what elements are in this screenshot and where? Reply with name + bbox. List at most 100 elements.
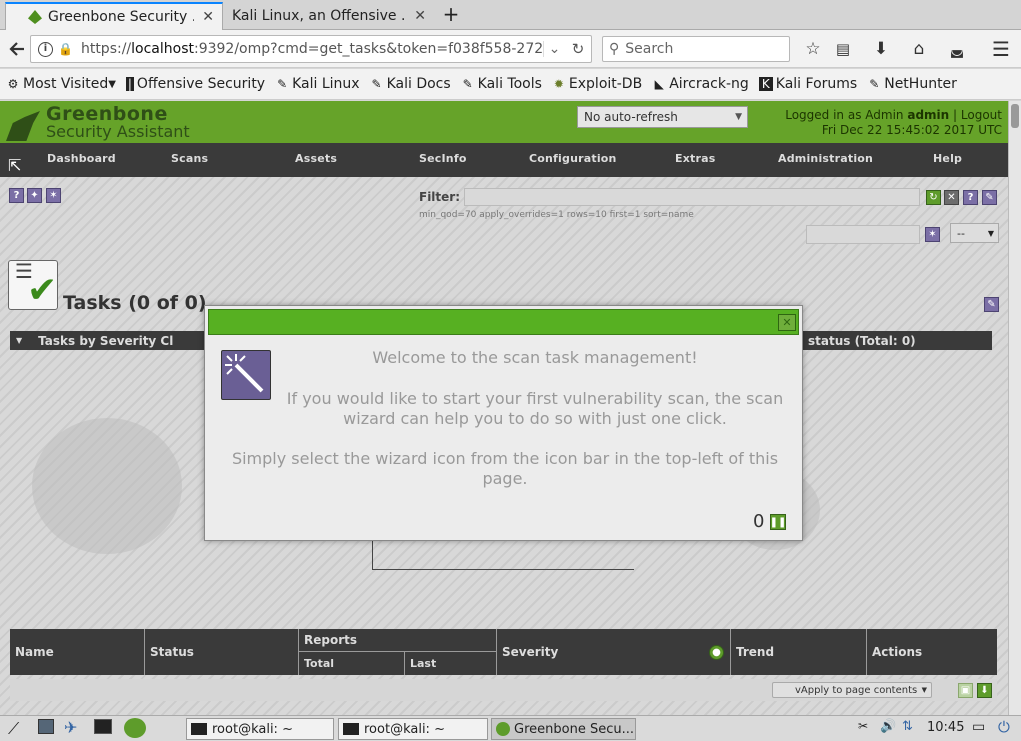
url-bar[interactable]: i 🔒 https://localhost:9392/omp?cmd=get_t… bbox=[30, 35, 592, 63]
bookmark-label: Exploit-DB bbox=[568, 76, 643, 92]
kali-icon: ✎ bbox=[277, 77, 288, 91]
greenbone-logo[interactable]: Greenbone Security Assistant bbox=[6, 103, 206, 143]
desktop-taskbar: ⟋ ✈ root@kali: ~ root@kali: ~ Greenbone … bbox=[0, 715, 1021, 741]
home-button[interactable]: ⌂ bbox=[906, 36, 932, 62]
pocket-button[interactable]: ◛ bbox=[944, 36, 970, 62]
menu-extras[interactable]: Extras bbox=[675, 152, 715, 165]
tab-greenbone[interactable]: Greenbone Security ... ✕ bbox=[5, 2, 223, 30]
menu-button[interactable]: ☰ bbox=[988, 36, 1014, 62]
taskbar-window-terminal-1[interactable]: root@kali: ~ bbox=[186, 718, 334, 740]
bookmark-most-visited[interactable]: ⚙ Most Visited ▼ bbox=[6, 76, 116, 92]
bookmark-exploit-db[interactable]: ✹ Exploit-DB bbox=[552, 76, 642, 92]
column-status[interactable]: Status bbox=[145, 629, 299, 675]
bulk-export-icon[interactable]: ⬇ bbox=[977, 683, 992, 698]
dialog-close-button[interactable]: ✕ bbox=[778, 314, 796, 331]
search-input[interactable]: ⚲ Search bbox=[602, 36, 790, 62]
refresh-filter-icon[interactable]: ↻ bbox=[926, 190, 941, 205]
saved-filter-select[interactable]: -- ▼ bbox=[950, 223, 999, 243]
info-icon[interactable]: i bbox=[38, 41, 53, 57]
tab-kali[interactable]: Kali Linux, an Offensive ... ✕ bbox=[224, 2, 434, 30]
bookmark-aircrack-ng[interactable]: ◣ Aircrack-ng bbox=[652, 76, 749, 92]
filter-summary: min_qod=70 apply_overrides=1 rows=10 fir… bbox=[419, 210, 694, 220]
page-title: Tasks (0 of 0) bbox=[63, 292, 207, 314]
help-icon[interactable]: ? bbox=[9, 188, 24, 203]
reading-list-button[interactable]: ▤ bbox=[830, 36, 856, 62]
filter-input[interactable] bbox=[464, 188, 920, 206]
column-trend[interactable]: Trend bbox=[731, 629, 867, 675]
reload-icon[interactable]: ↻ bbox=[565, 40, 591, 58]
close-icon: ✕ bbox=[782, 316, 792, 329]
filter-name-input[interactable] bbox=[806, 225, 920, 244]
power-icon[interactable]: ⏻ bbox=[998, 718, 1010, 736]
terminal-launcher-icon[interactable] bbox=[94, 719, 112, 734]
chart-left-title: Tasks by Severity Cl bbox=[38, 333, 174, 348]
reset-filter-icon[interactable]: ✕ bbox=[944, 190, 959, 205]
menu-scans[interactable]: Scans bbox=[171, 152, 208, 165]
menu-dashboard[interactable]: Dashboard bbox=[47, 152, 116, 165]
offsec-icon: | bbox=[125, 77, 134, 91]
url-history-dropdown-icon[interactable]: ⌄ bbox=[543, 41, 565, 57]
column-severity[interactable]: Severity ● bbox=[497, 629, 731, 675]
bookmark-offensive-security[interactable]: | Offensive Security bbox=[125, 76, 265, 92]
bookmark-kali-linux[interactable]: ✎ Kali Linux bbox=[275, 76, 360, 92]
new-tab-button[interactable]: + bbox=[440, 2, 462, 28]
wizard-icon[interactable] bbox=[221, 350, 271, 400]
bookmarks-toolbar: ⚙ Most Visited ▼ | Offensive Security ✎ Kali… bbox=[0, 69, 1021, 100]
bookmark-kali-docs[interactable]: ✎ Kali Docs bbox=[370, 76, 451, 92]
bookmark-kali-forums[interactable]: K Kali Forums bbox=[758, 76, 857, 92]
star-icon: ☆ bbox=[805, 39, 821, 59]
network-tray-icon[interactable]: ⇅ bbox=[902, 719, 913, 734]
filter-help-icon[interactable]: ? bbox=[963, 190, 978, 205]
network-icon[interactable]: ✈ bbox=[64, 718, 77, 737]
bookmark-kali-tools[interactable]: ✎ Kali Tools bbox=[461, 76, 542, 92]
new-task-icon[interactable]: ✶ bbox=[46, 188, 61, 203]
downloads-button[interactable]: ⬇ bbox=[868, 36, 894, 62]
menu-help[interactable]: Help bbox=[933, 152, 962, 165]
tools-tray-icon[interactable]: ✂ bbox=[858, 719, 868, 733]
close-tab-icon[interactable]: ✕ bbox=[414, 8, 426, 24]
bookmark-nethunter[interactable]: ✎ NetHunter bbox=[867, 76, 957, 92]
chart-right-header: status (Total: 0) bbox=[800, 331, 992, 350]
bookmark-star-button[interactable]: ☆ bbox=[800, 36, 826, 62]
lock-warning-icon[interactable]: 🔒 bbox=[58, 42, 73, 56]
page-scrollbar[interactable] bbox=[1008, 101, 1021, 715]
kali-icon: ✎ bbox=[371, 77, 382, 91]
severity-filter-icon[interactable]: ● bbox=[709, 644, 724, 660]
dialog-welcome-text: Welcome to the scan task management! bbox=[372, 348, 698, 367]
volume-icon[interactable]: 🔊 bbox=[880, 719, 896, 734]
bulk-apply-select[interactable]: vApply to page contents ▼ bbox=[772, 682, 932, 698]
taskbar-window-terminal-2[interactable]: root@kali: ~ bbox=[338, 718, 488, 740]
menu-configuration[interactable]: Configuration bbox=[529, 152, 617, 165]
column-name[interactable]: Name bbox=[10, 629, 145, 675]
auto-refresh-select[interactable]: No auto-refresh ▼ bbox=[577, 106, 748, 128]
greenbone-launcher-icon[interactable] bbox=[124, 718, 146, 738]
bookmark-label: Kali Tools bbox=[477, 76, 542, 92]
clock[interactable]: 10:45 bbox=[927, 720, 964, 735]
column-reports-last[interactable]: Last bbox=[405, 652, 497, 675]
close-tab-icon[interactable]: ✕ bbox=[202, 9, 214, 25]
save-filter-icon[interactable]: ✶ bbox=[925, 227, 940, 242]
bulk-trash-icon[interactable]: ▣ bbox=[958, 683, 973, 698]
gear-icon: ⚙ bbox=[7, 77, 19, 91]
pause-icon[interactable]: ❚❚ bbox=[770, 514, 786, 530]
chart-menu-icon[interactable]: ▼ bbox=[16, 336, 22, 345]
taskbar-window-greenbone[interactable]: Greenbone Secu... bbox=[491, 718, 636, 740]
greenbone-dinosaur-icon bbox=[6, 111, 40, 141]
mouse-cursor-icon: ⇱ bbox=[8, 156, 22, 175]
logged-in-label: Logged in as Admin bbox=[785, 108, 904, 122]
kali-menu-icon[interactable]: ⟋ bbox=[8, 719, 19, 739]
edit-filter-icon[interactable]: ✎ bbox=[982, 190, 997, 205]
menu-administration[interactable]: Administration bbox=[778, 152, 873, 165]
username-link[interactable]: admin bbox=[907, 108, 949, 122]
logout-link[interactable]: Logout bbox=[961, 108, 1002, 122]
menu-assets[interactable]: Assets bbox=[295, 152, 337, 165]
screen-icon[interactable]: ▭ bbox=[972, 719, 985, 735]
column-reports-total[interactable]: Total bbox=[299, 652, 405, 675]
back-button[interactable] bbox=[4, 36, 30, 62]
edit-dashboard-icon[interactable]: ✎ bbox=[984, 297, 999, 312]
show-desktop-icon[interactable] bbox=[38, 719, 54, 734]
url-path: :9392/omp?cmd=get_tasks&token=f038f558-2… bbox=[193, 41, 543, 57]
scrollbar-thumb[interactable] bbox=[1011, 104, 1019, 128]
wizard-icon[interactable]: ✦ bbox=[27, 188, 42, 203]
menu-secinfo[interactable]: SecInfo bbox=[419, 152, 467, 165]
